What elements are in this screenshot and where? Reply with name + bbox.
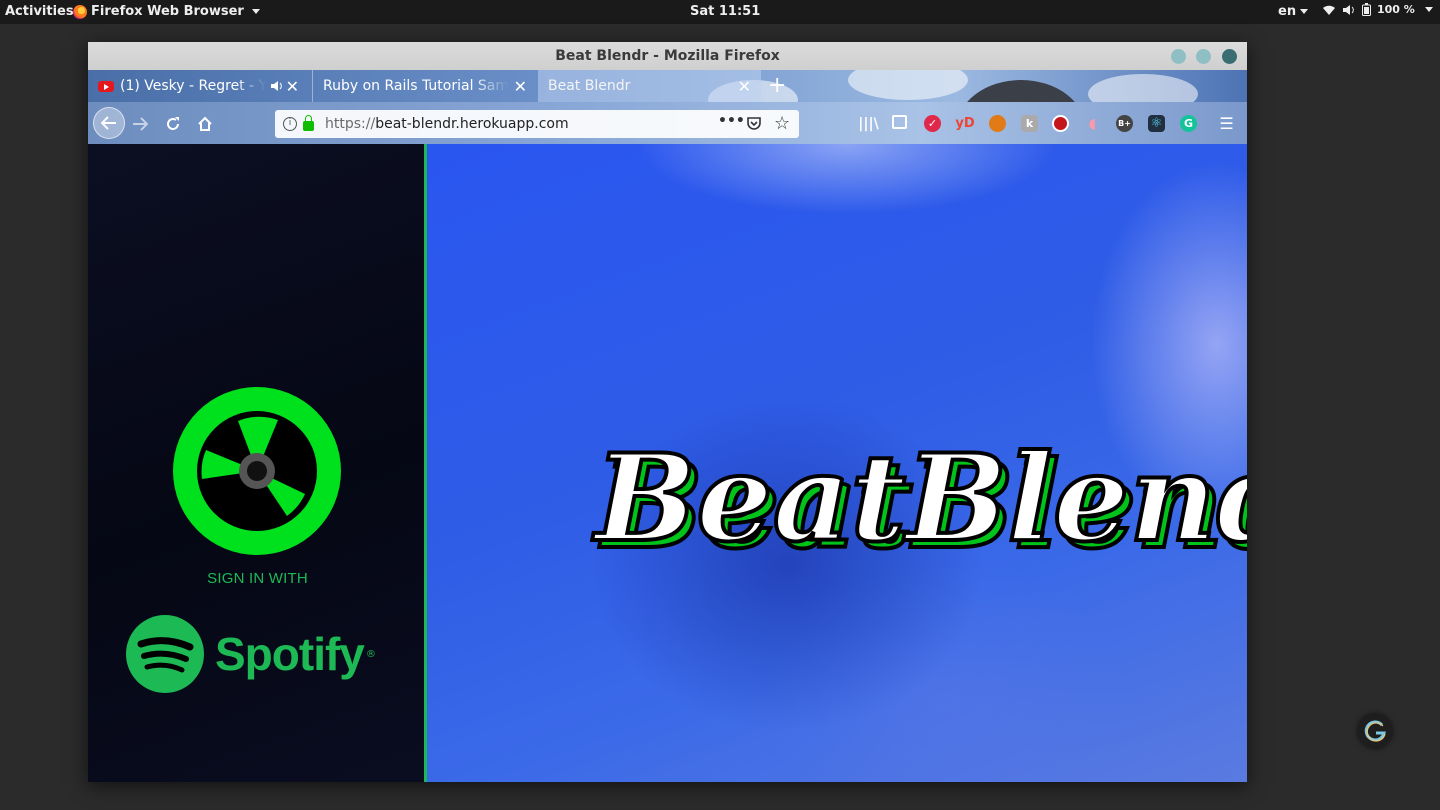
beat-blendr-disc-logo [173, 387, 341, 555]
navigation-toolbar: i https://beat-blendr.herokuapp.com ••• … [88, 102, 1247, 144]
spotify-wordmark: Spotify [215, 628, 365, 680]
yd-icon[interactable]: yD [954, 115, 976, 132]
url-scheme: https:// [325, 116, 376, 132]
maximize-button[interactable] [1196, 49, 1211, 64]
close-tab-icon[interactable]: ✕ [738, 77, 751, 96]
chevron-down-icon [251, 9, 260, 14]
tab-strip: (1) Vesky - Regret - YouTube ✕ Ruby on R… [88, 70, 1247, 102]
pocket-icon[interactable]: ✓ [924, 115, 941, 132]
spotify-login-button[interactable]: Spotify ® [125, 614, 376, 694]
chevron-down-icon [1300, 9, 1309, 14]
youtube-icon [98, 80, 114, 92]
arrow-right-icon [133, 117, 148, 131]
chevron-down-icon [1424, 7, 1433, 12]
sign-in-label: SIGN IN WITH [207, 570, 308, 587]
flame-icon[interactable]: ◖ [1084, 115, 1101, 132]
page-content: SIGN IN WITH Spotify® BeatBlendr BeatBle… [88, 144, 1247, 782]
tab-title: (1) Vesky - Regret - YouTube [120, 78, 266, 94]
language-indicator[interactable]: en [1278, 4, 1309, 19]
theme-moon [956, 80, 1086, 102]
grammarly-floating-icon[interactable] [1358, 714, 1392, 748]
site-info-icon[interactable]: i [283, 117, 297, 131]
app-menu-label: Firefox Web Browser [91, 4, 244, 19]
new-tab-button[interactable]: + [768, 73, 786, 98]
react-icon[interactable]: ⚛ [1148, 115, 1165, 132]
tab-rails-tutorial[interactable]: Ruby on Rails Tutorial Sample App ✕ [312, 70, 537, 102]
pocket-save-icon[interactable] [746, 115, 762, 135]
battery-percent: 100 % [1377, 3, 1415, 16]
page-actions-icon[interactable]: ••• [718, 113, 745, 129]
system-tray[interactable]: 100 % [1322, 3, 1433, 16]
theme-cloud [1088, 74, 1198, 102]
close-tab-icon[interactable]: ✕ [286, 77, 299, 96]
minimize-button[interactable] [1171, 49, 1186, 64]
window-titlebar[interactable]: Beat Blendr - Mozilla Firefox [88, 42, 1247, 70]
home-button[interactable] [191, 110, 219, 138]
grammarly-g-icon [1364, 720, 1386, 742]
spotify-logo-icon [126, 615, 204, 693]
gnome-top-bar: Activities Firefox Web Browser Sat 11:51… [0, 0, 1440, 24]
library-icon[interactable]: |||\ [858, 115, 878, 132]
fox-icon[interactable] [989, 115, 1006, 132]
browser-window: Beat Blendr - Mozilla Firefox (1) Vesky … [88, 42, 1247, 782]
bookmark-star-icon[interactable]: ☆ [774, 113, 790, 134]
app-menu[interactable]: Firefox Web Browser [73, 4, 260, 19]
activities-button[interactable]: Activities [5, 4, 74, 19]
firefox-icon [73, 4, 87, 19]
beat-blendr-wordmark: BeatBlendr BeatBlendr [590, 426, 1247, 578]
reload-icon [167, 117, 179, 130]
lock-icon[interactable] [303, 115, 314, 131]
reload-button[interactable] [159, 110, 187, 138]
speaker-icon[interactable] [270, 80, 284, 92]
tab-youtube[interactable]: (1) Vesky - Regret - YouTube ✕ [88, 70, 309, 102]
volume-icon [1343, 4, 1354, 15]
home-icon [198, 116, 212, 131]
url-bar[interactable]: i https://beat-blendr.herokuapp.com ••• … [275, 110, 799, 138]
close-tab-icon[interactable]: ✕ [514, 77, 527, 96]
battery-icon [1362, 3, 1371, 16]
tab-title: Ruby on Rails Tutorial Sample App [323, 78, 509, 94]
registered-mark: ® [365, 648, 376, 660]
k-icon[interactable]: k [1021, 115, 1038, 132]
grammarly-icon[interactable]: G [1180, 115, 1197, 132]
url-host: beat-blendr.herokuapp.com [375, 116, 569, 132]
login-sidebar: SIGN IN WITH Spotify ® [88, 144, 427, 782]
wifi-icon [1323, 5, 1335, 15]
sidebar-icon[interactable] [892, 115, 907, 129]
forward-button[interactable] [126, 110, 154, 138]
arrow-left-icon [101, 116, 116, 130]
theme-cloud [848, 70, 968, 100]
tab-beat-blendr[interactable]: Beat Blendr ✕ [538, 70, 761, 102]
tab-title: Beat Blendr [548, 78, 631, 94]
close-window-button[interactable] [1222, 49, 1237, 64]
bplus-icon[interactable]: B+ [1116, 115, 1133, 132]
menu-icon[interactable]: ☰ [1218, 114, 1235, 133]
wordmark-text: BeatBlendr [592, 428, 1247, 569]
language-label: en [1278, 4, 1297, 19]
clock[interactable]: Sat 11:51 [690, 4, 760, 19]
ublock-icon[interactable] [1052, 115, 1069, 132]
back-button[interactable] [93, 107, 125, 139]
hero-banner: BeatBlendr BeatBlendr [427, 144, 1247, 782]
window-title: Beat Blendr - Mozilla Firefox [555, 48, 780, 64]
